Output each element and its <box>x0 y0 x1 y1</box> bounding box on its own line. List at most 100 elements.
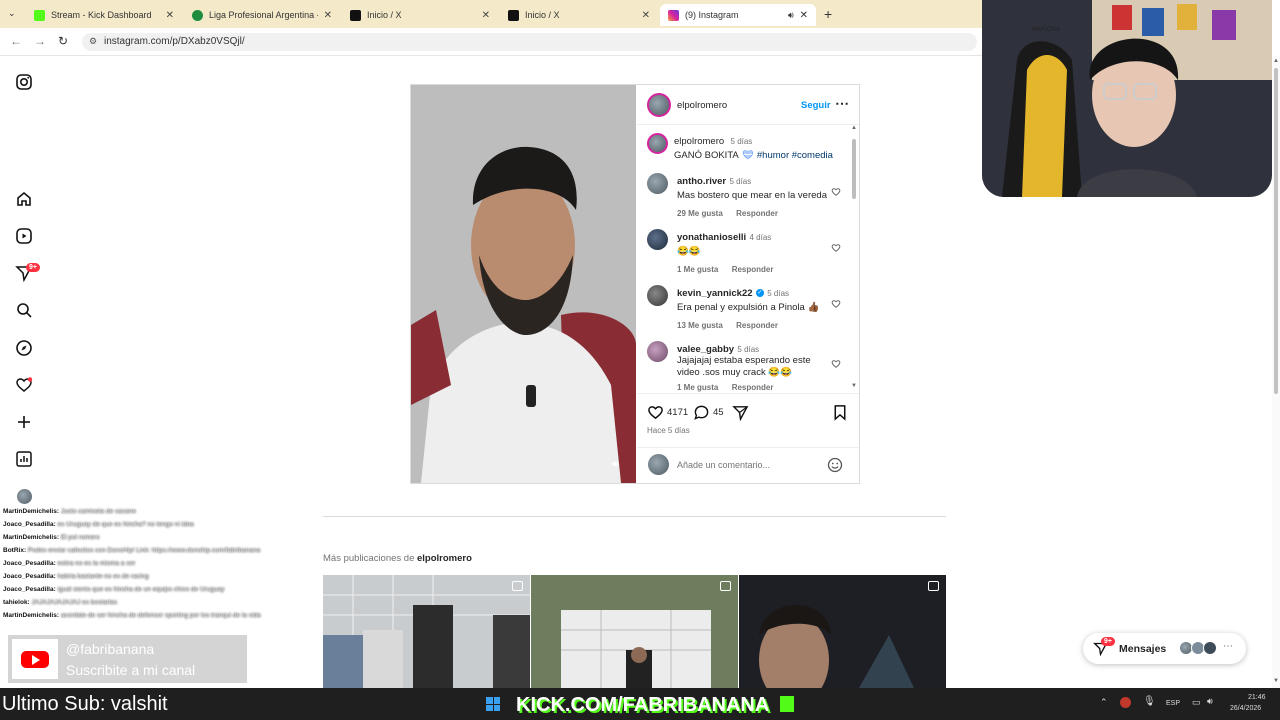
video-frame-image <box>411 85 636 483</box>
close-icon[interactable]: ✕ <box>800 10 808 21</box>
stream-bottom-bar: Ultimo Sub: valshit KICK.COM/FABRIBANANA… <box>0 688 1280 720</box>
comments-scrollbar[interactable]: ▲ ▼ <box>851 125 857 389</box>
comment-likes[interactable]: 1 Me gusta <box>677 383 718 392</box>
scrollbar-thumb[interactable] <box>1274 68 1278 394</box>
webcam-overlay: MARIONA <box>982 0 1272 197</box>
tab-list-chevron-icon[interactable]: ⌄ <box>8 8 16 19</box>
network-icon[interactable]: ▭ <box>1192 697 1201 708</box>
microphone-icon[interactable]: 🎙︎ <box>1143 696 1156 707</box>
comment-like-heart-icon[interactable] <box>831 187 841 197</box>
scroll-up-arrow-icon[interactable]: ▲ <box>1273 58 1279 64</box>
comment-likes[interactable]: 29 Me gusta <box>677 209 723 218</box>
comment-bubble-icon[interactable] <box>693 404 710 421</box>
caption-username[interactable]: elpolromero <box>674 136 724 147</box>
speaker-icon[interactable]: 🔊︎ <box>788 10 794 21</box>
search-icon[interactable] <box>15 301 33 319</box>
clock-date[interactable]: 26/4/2026 <box>1230 705 1261 712</box>
volume-icon[interactable]: 🔊︎ <box>1207 696 1213 707</box>
comment-username[interactable]: valee_gabby <box>677 344 734 355</box>
caption-avatar[interactable] <box>647 133 668 154</box>
reply-button[interactable]: Responder <box>736 321 778 330</box>
explore-compass-icon[interactable] <box>15 339 33 357</box>
more-posts-username[interactable]: elpolromero <box>417 553 472 564</box>
close-icon[interactable]: ✕ <box>324 10 332 21</box>
kick-logo-icon <box>780 696 794 712</box>
tab-x-2[interactable]: Inicio / X ✕ <box>500 4 658 26</box>
new-tab-plus-icon[interactable]: + <box>824 6 832 22</box>
more-post-thumbnail[interactable] <box>739 575 946 688</box>
tab-instagram[interactable]: (9) Instagram 🔊︎ ✕ <box>660 4 816 26</box>
sound-on-icon[interactable]: 🔊︎ <box>612 459 618 470</box>
messages-button[interactable]: 9+ Mensajes ⋯ <box>1083 633 1246 664</box>
scroll-down-arrow-icon[interactable]: ▼ <box>1273 678 1279 684</box>
follow-button[interactable]: Seguir <box>801 100 831 111</box>
back-arrow-icon[interactable]: ← <box>10 34 22 48</box>
likes-count[interactable]: 4171 <box>667 407 688 418</box>
commenter-avatar[interactable] <box>647 341 668 362</box>
x-favicon-icon <box>508 9 519 21</box>
share-send-icon[interactable] <box>732 404 749 421</box>
reply-button[interactable]: Responder <box>732 265 774 274</box>
scroll-up-arrow-icon[interactable]: ▲ <box>851 125 857 131</box>
tab-liga-profesional[interactable]: Liga Profesional Argentina - PO ✕ <box>184 4 340 26</box>
language-indicator[interactable]: ESP <box>1166 700 1180 707</box>
dashboard-chart-icon[interactable] <box>15 450 33 468</box>
more-post-thumbnail[interactable] <box>323 575 530 688</box>
close-icon[interactable]: ✕ <box>166 10 174 21</box>
scrollbar-thumb[interactable] <box>852 139 856 199</box>
caption-hashtags[interactable]: #humor #comedia <box>757 150 833 161</box>
url-field[interactable]: ⚙ instagram.com/p/DXabz0VSQjl/ <box>82 33 977 51</box>
commenter-avatar[interactable] <box>647 173 668 194</box>
tab-x-1[interactable]: Inicio / X ✕ <box>342 4 498 26</box>
comments-count[interactable]: 45 <box>713 407 724 418</box>
comment-input[interactable] <box>677 456 817 473</box>
antivirus-tray-icon[interactable] <box>1120 697 1131 708</box>
tray-chevron-icon[interactable]: ⌃ <box>1100 697 1108 708</box>
more-post-thumbnail[interactable] <box>531 575 738 688</box>
reload-icon[interactable]: ↻ <box>58 34 68 48</box>
close-icon[interactable]: ✕ <box>642 10 650 21</box>
instagram-logo-icon[interactable] <box>15 73 33 91</box>
kick-favicon-icon <box>34 9 45 21</box>
heart-notifications-icon[interactable] <box>15 376 33 394</box>
profile-avatar[interactable] <box>17 489 32 504</box>
author-avatar[interactable] <box>647 93 671 117</box>
reel-video[interactable]: 🔊︎ <box>411 85 636 483</box>
author-username[interactable]: elpolromero <box>677 100 727 111</box>
reels-icon[interactable] <box>15 227 33 245</box>
reply-button[interactable]: Responder <box>732 383 774 392</box>
chat-message: tahielok: JAJAJAJAJAJAJ es bostarlas <box>3 599 118 606</box>
messages-label: Mensajes <box>1119 643 1167 655</box>
comment-username[interactable]: kevin_yannick22 <box>677 288 753 299</box>
comment-username[interactable]: antho.river <box>677 176 726 187</box>
tab-kick-dashboard[interactable]: Stream - Kick Dashboard ✕ <box>26 4 182 26</box>
chat-message: Joaco_Pesadilla: es Uruguay de que es hi… <box>3 521 194 528</box>
like-heart-icon[interactable] <box>647 404 664 421</box>
comment-text: Era penal y expulsión a Pinola 👍🏾 <box>677 302 820 313</box>
page-scrollbar[interactable]: ▲ ▼ <box>1272 56 1280 688</box>
reply-button[interactable]: Responder <box>736 209 778 218</box>
clock-time[interactable]: 21:46 <box>1248 694 1266 701</box>
create-plus-icon[interactable] <box>15 413 33 431</box>
thumbnail-image <box>739 575 946 688</box>
emoji-smiley-icon[interactable] <box>827 457 843 473</box>
instagram-favicon-icon <box>668 9 679 21</box>
comment-time: 5 días <box>729 177 752 186</box>
save-bookmark-icon[interactable] <box>832 404 848 421</box>
comment-like-heart-icon[interactable] <box>831 243 841 253</box>
windows-start-icon[interactable] <box>486 697 500 711</box>
scroll-down-arrow-icon[interactable]: ▼ <box>851 383 857 389</box>
comment-likes[interactable]: 13 Me gusta <box>677 321 723 330</box>
comment-like-heart-icon[interactable] <box>831 359 841 369</box>
home-icon[interactable] <box>15 190 33 208</box>
site-settings-icon[interactable]: ⚙ <box>89 36 97 47</box>
reel-indicator-icon <box>720 581 731 591</box>
close-icon[interactable]: ✕ <box>482 10 490 21</box>
forward-arrow-icon[interactable]: → <box>34 34 46 48</box>
commenter-avatar[interactable] <box>647 229 668 250</box>
comment-username[interactable]: yonathanioselli <box>677 232 746 243</box>
commenter-avatar[interactable] <box>647 285 668 306</box>
more-options-icon[interactable]: ⋯ <box>835 95 849 112</box>
comment-likes[interactable]: 1 Me gusta <box>677 265 718 274</box>
comment-like-heart-icon[interactable] <box>831 299 841 309</box>
